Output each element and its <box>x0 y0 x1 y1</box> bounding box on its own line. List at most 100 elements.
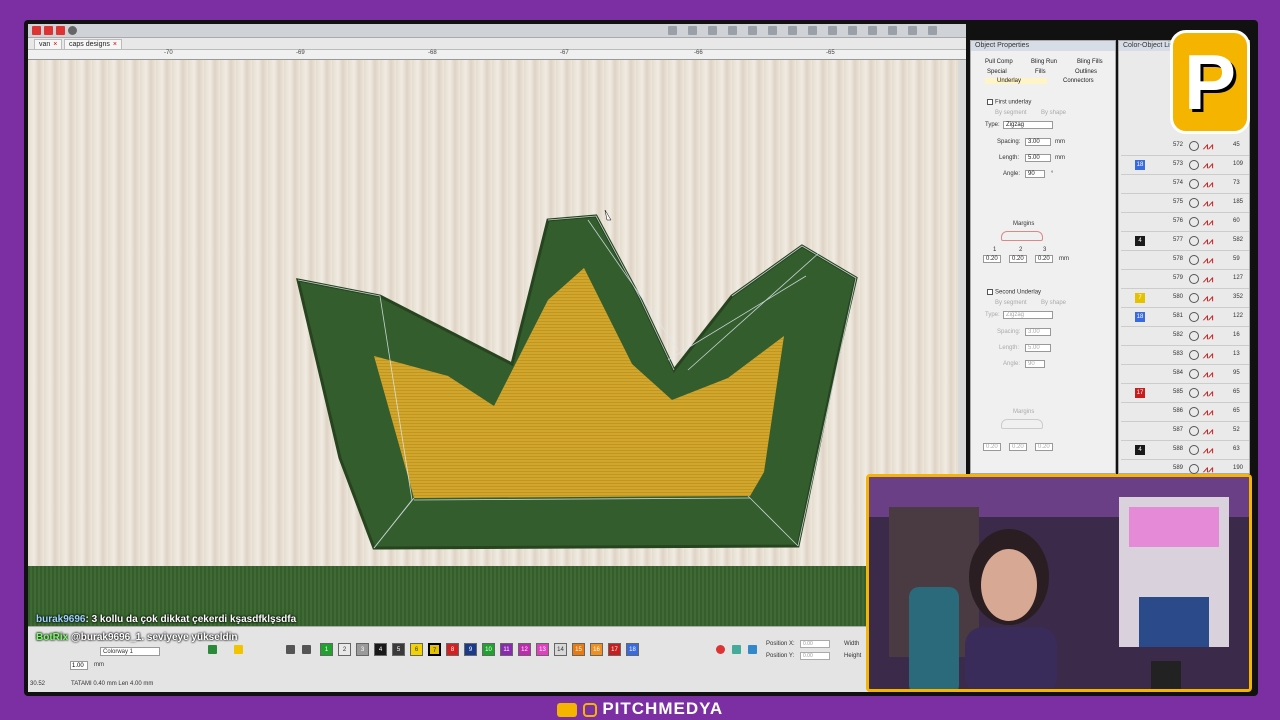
color-swatch-9[interactable]: 9 <box>464 643 477 656</box>
tool-icon[interactable] <box>808 26 817 35</box>
close-icon[interactable]: × <box>113 41 117 48</box>
sequence-row[interactable]: 575 ⩘⩘ 185 <box>1121 194 1249 213</box>
tool-icon[interactable] <box>828 26 837 35</box>
margin-input-3[interactable]: 0.20 <box>1035 255 1053 263</box>
tool-icon[interactable] <box>908 26 917 35</box>
angle-input[interactable]: 90 <box>1025 360 1045 368</box>
circle-icon[interactable] <box>716 645 725 654</box>
sequence-row[interactable]: 583 ⩘⩘ 13 <box>1121 346 1249 365</box>
margin-input-2[interactable]: 0.20 <box>1009 255 1027 263</box>
close-icon[interactable]: × <box>53 41 57 48</box>
spacing-input[interactable]: 3.00 <box>1025 138 1051 146</box>
angle-input[interactable]: 90 <box>1025 170 1045 178</box>
sequence-row[interactable]: 574 ⩘⩘ 73 <box>1121 175 1249 194</box>
minus-icon[interactable] <box>302 645 311 654</box>
grid-icon[interactable] <box>56 26 65 35</box>
object-shape-icon <box>1189 350 1199 360</box>
color-swatch-7-selected[interactable]: 7 <box>428 643 441 656</box>
color-swatch-5[interactable]: 5 <box>392 643 405 656</box>
sequence-row[interactable]: 7 580 ⩘⩘ 352 <box>1121 289 1249 308</box>
sequence-row[interactable]: 576 ⩘⩘ 60 <box>1121 213 1249 232</box>
tool-icon[interactable] <box>888 26 897 35</box>
tab-fills[interactable]: Fills <box>1035 69 1046 75</box>
length-input[interactable]: 5.00 <box>1025 344 1051 352</box>
tool-icon[interactable] <box>208 645 217 654</box>
tool-icon[interactable] <box>848 26 857 35</box>
sequence-row[interactable]: 572 ⩘⩘ 45 <box>1121 137 1249 156</box>
sequence-row[interactable]: 582 ⩘⩘ 16 <box>1121 327 1249 346</box>
color-swatch-17[interactable]: 17 <box>608 643 621 656</box>
color-swatch-10[interactable]: 10 <box>482 643 495 656</box>
color-swatch-2[interactable]: 2 <box>338 643 351 656</box>
sequence-row[interactable]: 578 ⩘⩘ 59 <box>1121 251 1249 270</box>
tab-bling-fills[interactable]: Bling Fills <box>1077 59 1103 65</box>
color-swatch-13[interactable]: 13 <box>536 643 549 656</box>
tool-icon[interactable] <box>234 645 243 654</box>
sequence-row[interactable]: 586 ⩘⩘ 65 <box>1121 403 1249 422</box>
tab-outlines[interactable]: Outlines <box>1075 69 1097 75</box>
position-x-input[interactable]: 0.00 <box>800 640 830 648</box>
cube-icon[interactable] <box>732 645 741 654</box>
design-canvas[interactable] <box>28 60 958 626</box>
tool-icon[interactable] <box>748 26 757 35</box>
color-swatch-8[interactable]: 8 <box>446 643 459 656</box>
type-select[interactable]: Zigzag <box>1003 121 1053 129</box>
grid-icon[interactable] <box>44 26 53 35</box>
sequence-row[interactable]: 579 ⩘⩘ 127 <box>1121 270 1249 289</box>
sequence-row[interactable]: 4 588 ⩘⩘ 63 <box>1121 441 1249 460</box>
color-swatch-4[interactable]: 4 <box>374 643 387 656</box>
by-segment-radio[interactable]: By segment <box>995 110 1027 116</box>
plus-icon[interactable] <box>286 645 295 654</box>
length-input[interactable]: 5.00 <box>1025 154 1051 162</box>
tab-van[interactable]: van × <box>34 39 63 49</box>
tab-bling-run[interactable]: Bling Run <box>1031 59 1057 65</box>
tab-pull-comp[interactable]: Pull Comp <box>985 59 1013 65</box>
type-select[interactable]: Zigzag <box>1003 311 1053 319</box>
stitch-type-icon: ⩘⩘ <box>1203 274 1214 284</box>
tab-underlay-active[interactable]: Underlay <box>985 78 1047 84</box>
sequence-row[interactable]: 584 ⩘⩘ 95 <box>1121 365 1249 384</box>
color-swatch-15[interactable]: 15 <box>572 643 585 656</box>
color-swatch-6[interactable]: 6 <box>410 643 423 656</box>
by-segment-radio[interactable]: By segment <box>995 300 1027 306</box>
color-swatch-3[interactable]: 3 <box>356 643 369 656</box>
sequence-row[interactable]: 17 585 ⩘⩘ 65 <box>1121 384 1249 403</box>
tool-icon[interactable] <box>768 26 777 35</box>
sequence-row[interactable]: 4 577 ⩘⩘ 582 <box>1121 232 1249 251</box>
color-swatch-16[interactable]: 16 <box>590 643 603 656</box>
by-shape-radio[interactable]: By shape <box>1041 110 1066 116</box>
sequence-row[interactable]: 18 581 ⩘⩘ 122 <box>1121 308 1249 327</box>
gold-stitch-texture <box>374 268 784 498</box>
tool-icon[interactable] <box>788 26 797 35</box>
spacing-input[interactable]: 3.00 <box>1025 328 1051 336</box>
margin-input-1[interactable]: 0.20 <box>983 255 1001 263</box>
position-y-input[interactable]: 0.00 <box>800 652 830 660</box>
margin-input-1[interactable]: 0.20 <box>983 443 1001 451</box>
tool-icon[interactable] <box>928 26 937 35</box>
tool-icon[interactable] <box>668 26 677 35</box>
tab-special[interactable]: Special <box>987 69 1007 75</box>
margin-input-2[interactable]: 0.20 <box>1009 443 1027 451</box>
tool-icon[interactable] <box>708 26 717 35</box>
moon-icon[interactable] <box>68 26 77 35</box>
tab-connectors[interactable]: Connectors <box>1063 78 1094 84</box>
grid-icon[interactable] <box>32 26 41 35</box>
color-swatch-18[interactable]: 18 <box>626 643 639 656</box>
margin-input-3[interactable]: 0.20 <box>1035 443 1053 451</box>
color-swatch-1[interactable]: 1 <box>320 643 333 656</box>
by-shape-radio[interactable]: By shape <box>1041 300 1066 306</box>
second-underlay-checkbox[interactable]: Second Underlay <box>987 289 1041 296</box>
colorway-select[interactable]: Colorway 1 <box>100 647 160 656</box>
color-swatch-14[interactable]: 14 <box>554 643 567 656</box>
tab-caps-designs[interactable]: caps designs × <box>64 39 122 49</box>
color-swatch-11[interactable]: 11 <box>500 643 513 656</box>
tool-icon[interactable] <box>728 26 737 35</box>
tool-icon[interactable] <box>868 26 877 35</box>
tool-icon[interactable] <box>688 26 697 35</box>
first-underlay-checkbox[interactable]: First underlay <box>987 99 1031 106</box>
step-input[interactable]: 1.00 <box>70 661 88 670</box>
sequence-row[interactable]: 587 ⩘⩘ 52 <box>1121 422 1249 441</box>
frame-icon[interactable] <box>748 645 757 654</box>
color-swatch-12[interactable]: 12 <box>518 643 531 656</box>
sequence-row[interactable]: 18 573 ⩘⩘ 109 <box>1121 156 1249 175</box>
